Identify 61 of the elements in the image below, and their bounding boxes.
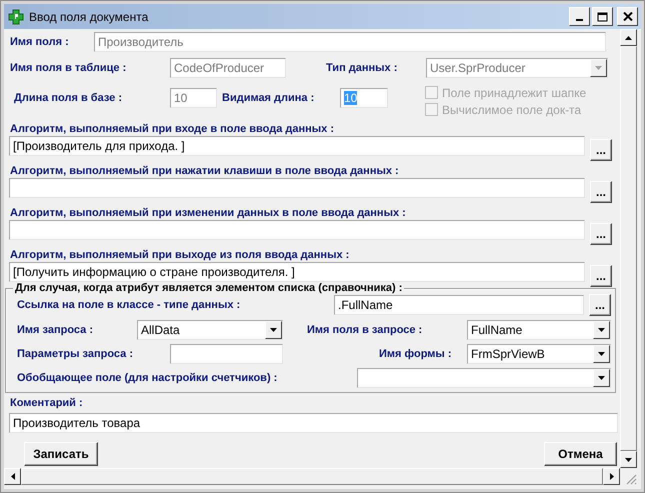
dialog-button[interactable]: Записать [24,442,98,466]
scroll-up-button[interactable] [620,29,637,46]
caret-icon [598,352,605,356]
field-label: Длина поля в базе : [13,92,123,104]
browse-button[interactable]: ... [589,294,611,316]
dropdown-field[interactable]: AllData [137,320,283,340]
window-title: Ввод поля документа [29,10,150,24]
text-field[interactable]: .FullName [334,295,584,315]
browse-button[interactable]: ... [590,265,612,287]
dropdown-field[interactable]: FullName [467,320,611,340]
scroll-down-button[interactable] [620,451,637,468]
close-icon [622,12,632,21]
caret-icon [598,376,605,380]
field-label: Алгоритм, выполняемый при входе в поле ввода данных : [9,122,335,134]
field-label: Видимая длина : [222,92,316,104]
field-label: Тип данных : [326,62,398,74]
group-title: Для случая, когда атрибут является элементом списка (справочника) : [14,282,404,294]
text-field[interactable] [9,178,585,198]
text-field[interactable]: [Производитель для прихода. ] [9,136,585,156]
close-button[interactable] [617,7,638,26]
dropdown-button[interactable] [593,369,610,387]
browse-button[interactable]: ... [590,139,612,161]
browse-button[interactable]: ... [590,181,612,203]
field-label: Имя поля : [9,36,70,48]
left-arrow-icon [10,473,14,480]
dropdown-button[interactable] [593,321,610,339]
down-arrow-icon [625,458,632,462]
up-arrow-icon [625,36,632,40]
resize-grip-icon [625,473,637,485]
caret-icon [598,328,605,332]
minimize-icon [576,19,583,21]
right-arrow-icon [610,473,614,480]
field-label: Алгоритм, выполняемый при изменении данных в поле ввода данных : [9,206,407,218]
minimize-button[interactable] [569,7,590,26]
dialog-button[interactable]: Отмена [544,442,617,466]
scroll-right-button[interactable] [603,468,620,485]
maximize-icon [597,12,608,22]
field-label: Ссылка на поле в классе - типе данных : [17,299,242,311]
text-field[interactable] [9,220,585,240]
dropdown-field[interactable]: FrmSprViewB [467,344,611,364]
caret-icon [270,328,277,332]
dropdown-field[interactable] [357,368,611,388]
field-label: Имя формы : [379,348,453,360]
field-label: Алгоритм, выполняемый при выходе из поля ввода данных : [9,248,350,260]
scroll-left-button[interactable] [4,468,21,485]
dropdown-button[interactable] [593,345,610,363]
text-field[interactable]: [Получить информацию о стране производителя. ] [9,262,585,282]
dropdown-button[interactable] [265,321,282,339]
text-field[interactable] [170,344,283,364]
field-label: Обобщающее поле (для настройки счетчиков) : [17,372,278,384]
maximize-button[interactable] [592,7,613,26]
text-field[interactable]: Производитель товара [9,412,618,432]
field-label: Имя поля в запросе : [307,324,424,336]
field-label: Алгоритм, выполняемый при нажатии клавиши в поле ввода данных : [9,164,400,176]
browse-button[interactable]: ... [590,223,612,245]
field-label: Коментарий : [9,397,84,409]
cross-icon [8,8,24,24]
field-label: Имя поля в таблице : [9,62,128,74]
field-label: Параметры запроса : [17,348,134,360]
caret-icon [595,66,602,70]
field-label: Имя запроса : [17,324,94,336]
